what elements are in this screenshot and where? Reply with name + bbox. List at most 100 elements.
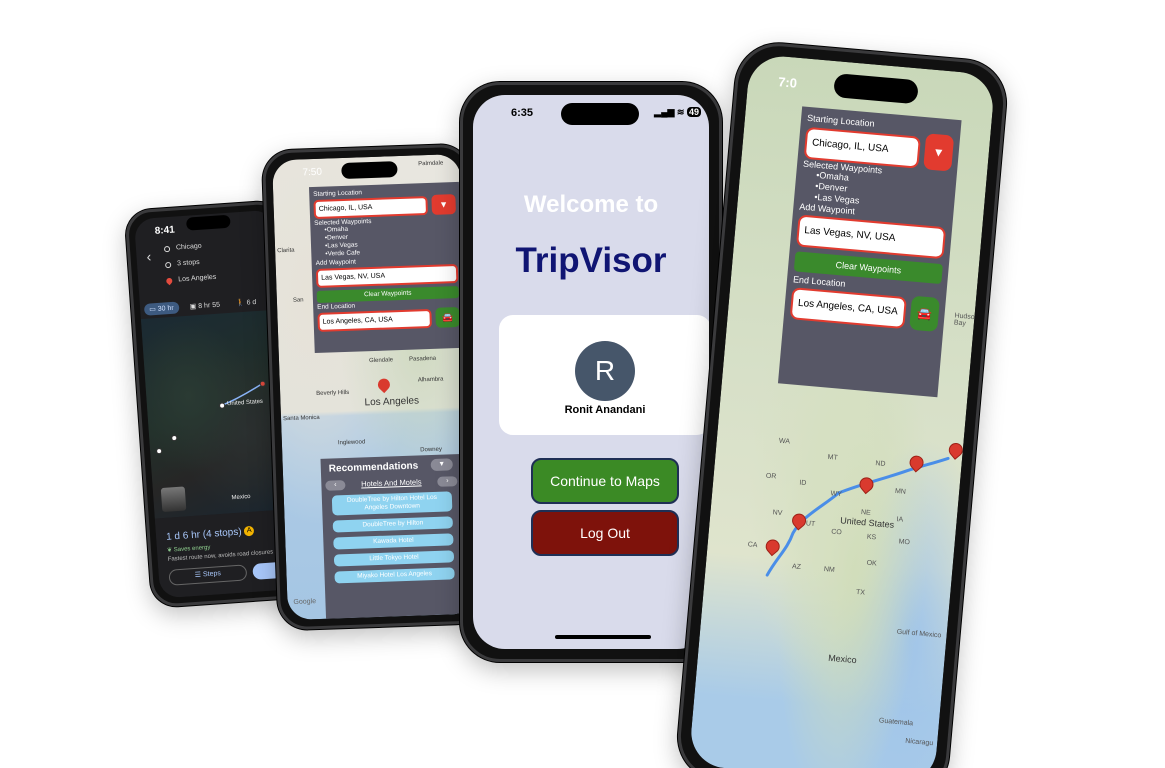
steps-label: Steps xyxy=(202,570,222,579)
status-time: 6:35 xyxy=(511,107,534,119)
back-arrow-icon[interactable]: ‹ xyxy=(146,248,152,264)
mode-drive-chip[interactable]: ▭ 30 hr xyxy=(143,301,180,316)
collapse-button[interactable]: ▾ xyxy=(430,458,453,472)
map-label-az: AZ xyxy=(791,563,802,571)
destination-pin-icon xyxy=(165,276,174,285)
category-label[interactable]: Hotels And Motels xyxy=(356,477,426,489)
continue-to-maps-button[interactable]: Continue to Maps xyxy=(531,458,679,504)
car-icon: 🚘 xyxy=(441,311,454,323)
mode-walk-label: 6 d xyxy=(246,299,257,307)
map-label-alhambra: Alhambra xyxy=(417,376,444,384)
chevron-down-icon: ▾ xyxy=(439,460,444,468)
dynamic-island xyxy=(561,103,639,125)
recommendation-item[interactable]: DoubleTree by Hilton xyxy=(332,516,453,533)
map-label-ia: IA xyxy=(896,516,904,524)
map-label-beverly-hills: Beverly Hills xyxy=(316,389,350,398)
traffic-label: affic xyxy=(166,597,177,598)
alert-badge: A xyxy=(244,526,255,537)
status-time: 7:0 xyxy=(777,74,798,91)
wifi-icon: ≋ xyxy=(676,107,685,117)
profile-card: R Ronit Anandani xyxy=(499,315,709,435)
map-label-nm: NM xyxy=(823,566,836,574)
map-label-mt: MT xyxy=(827,453,839,462)
map-label-san: San xyxy=(292,297,304,304)
recommendation-item[interactable]: Little Tokyo Hotel xyxy=(333,550,455,567)
map-label-nd: ND xyxy=(875,460,886,468)
energy-note: ❦ Saves energy xyxy=(166,544,211,554)
avatar[interactable]: R xyxy=(575,341,635,401)
status-time: 7:50 xyxy=(302,166,323,179)
google-logo: Google xyxy=(293,598,317,606)
triangle-down-icon: ▼ xyxy=(439,198,449,210)
end-location-input[interactable]: Los Angeles, CA, USA xyxy=(317,308,432,332)
energy-label: Saves energy xyxy=(173,544,211,554)
map-label-ca: CA xyxy=(747,541,758,550)
recommendation-item[interactable]: Miyako Hotel Los Angeles xyxy=(334,567,455,584)
phone-tripvisor-la: 7:50 Palmdale Clarita San Starting Locat… xyxy=(261,143,487,631)
screen-tripvisor-us: 7:0 Starting Location Chicago, IL, USA ▼… xyxy=(688,53,996,768)
trip-duration-label: 1 d 6 hr (4 stops) xyxy=(165,526,242,543)
mode-drive-label: 30 hr xyxy=(157,304,174,313)
log-out-button[interactable]: Log Out xyxy=(531,510,679,556)
map-label-pasadena: Pasadena xyxy=(408,355,437,363)
map-label-mn: MN xyxy=(894,487,907,496)
category-nav: ‹ Hotels And Motels › xyxy=(325,476,458,491)
route-panel: Starting Location Chicago, IL, USA ▼ Sel… xyxy=(308,181,465,354)
home-indicator[interactable] xyxy=(555,635,651,639)
map-label-glendale: Glendale xyxy=(368,357,394,365)
chevron-left-icon: ‹ xyxy=(334,481,337,489)
map-label-mo: MO xyxy=(898,538,911,547)
stops-dot-icon xyxy=(164,261,172,268)
signal-icon: ▂▄▆ xyxy=(654,107,675,117)
steps-button[interactable]: ☰ Steps xyxy=(168,564,248,586)
brand-title: TripVisor xyxy=(515,241,667,280)
dynamic-island xyxy=(341,161,398,179)
map-label-wa: WA xyxy=(778,437,791,446)
recommendations-header: Recommendations ▾ xyxy=(325,458,457,475)
mode-walk-chip[interactable]: 🚶 6 d xyxy=(231,296,262,310)
map-label-wy: WY xyxy=(830,490,843,499)
route-origin[interactable]: Chicago xyxy=(163,242,202,253)
recommendation-item[interactable]: DoubleTree by Hilton Hotel Los Angeles D… xyxy=(331,491,453,516)
recommendations-panel: Recommendations ▾ ‹ Hotels And Motels › … xyxy=(320,454,466,619)
welcome-heading: Welcome to xyxy=(523,191,659,218)
map-label-or: OR xyxy=(765,472,777,481)
route-stops-label: 3 stops xyxy=(176,258,200,268)
map-label-santa-monica: Santa Monica xyxy=(282,414,320,423)
map-label-los-angeles: Los Angeles xyxy=(364,395,420,409)
start-trip-button[interactable]: 🚘 xyxy=(435,306,460,328)
phone-tripvisor-us: 7:0 Starting Location Chicago, IL, USA ▼… xyxy=(674,39,1010,768)
map-label-nv: NV xyxy=(772,509,783,518)
status-indicators: ▂▄▆ ≋ 49 xyxy=(654,107,701,118)
map-label-downey: Downey xyxy=(420,446,443,454)
recommendations-title: Recommendations xyxy=(328,460,419,475)
recommendation-item[interactable]: Kawada Hotel xyxy=(333,533,454,550)
map-label-ut: UT xyxy=(805,520,816,529)
map-label-ks: KS xyxy=(866,533,877,542)
toggle-waypoints-button[interactable]: ▼ xyxy=(431,193,456,215)
screen-tripvisor-la: 7:50 Palmdale Clarita San Starting Locat… xyxy=(272,153,476,621)
map-label-ne: NE xyxy=(860,509,872,517)
status-time: 8:41 xyxy=(154,224,176,237)
next-category-button[interactable]: › xyxy=(437,476,458,487)
origin-dot-icon xyxy=(163,245,171,252)
map-label-palmdale: Palmdale xyxy=(418,160,444,168)
add-waypoint-input[interactable]: Las Vegas, NV, USA xyxy=(315,264,459,288)
user-name: Ronit Anandani xyxy=(564,404,646,416)
prev-category-button[interactable]: ‹ xyxy=(325,480,346,491)
route-summary-box[interactable]: ‹ Chicago 3 stops Los Angeles xyxy=(144,236,279,293)
route-origin-label: Chicago xyxy=(175,242,202,252)
route-destination[interactable]: Los Angeles xyxy=(165,274,217,285)
route-stops[interactable]: 3 stops xyxy=(164,258,200,268)
mode-transit-chip[interactable]: ▣ 8 hr 55 xyxy=(184,298,225,313)
trip-duration: 1 d 6 hr (4 stops) A xyxy=(166,526,255,543)
map-label-clarita: Clarita xyxy=(277,247,295,255)
chevron-right-icon: › xyxy=(446,477,449,485)
destination-pin-icon[interactable] xyxy=(375,376,393,394)
map-thumbnail[interactable] xyxy=(160,486,187,513)
start-location-input[interactable]: Chicago, IL, USA xyxy=(313,196,429,219)
map-label-id: ID xyxy=(799,479,807,488)
map-label-ok: OK xyxy=(866,559,878,568)
phone-welcome: 6:35 ▂▄▆ ≋ 49 Welcome to TripVisor R Ron… xyxy=(460,82,722,662)
mode-transit-label: 8 hr 55 xyxy=(198,301,221,311)
